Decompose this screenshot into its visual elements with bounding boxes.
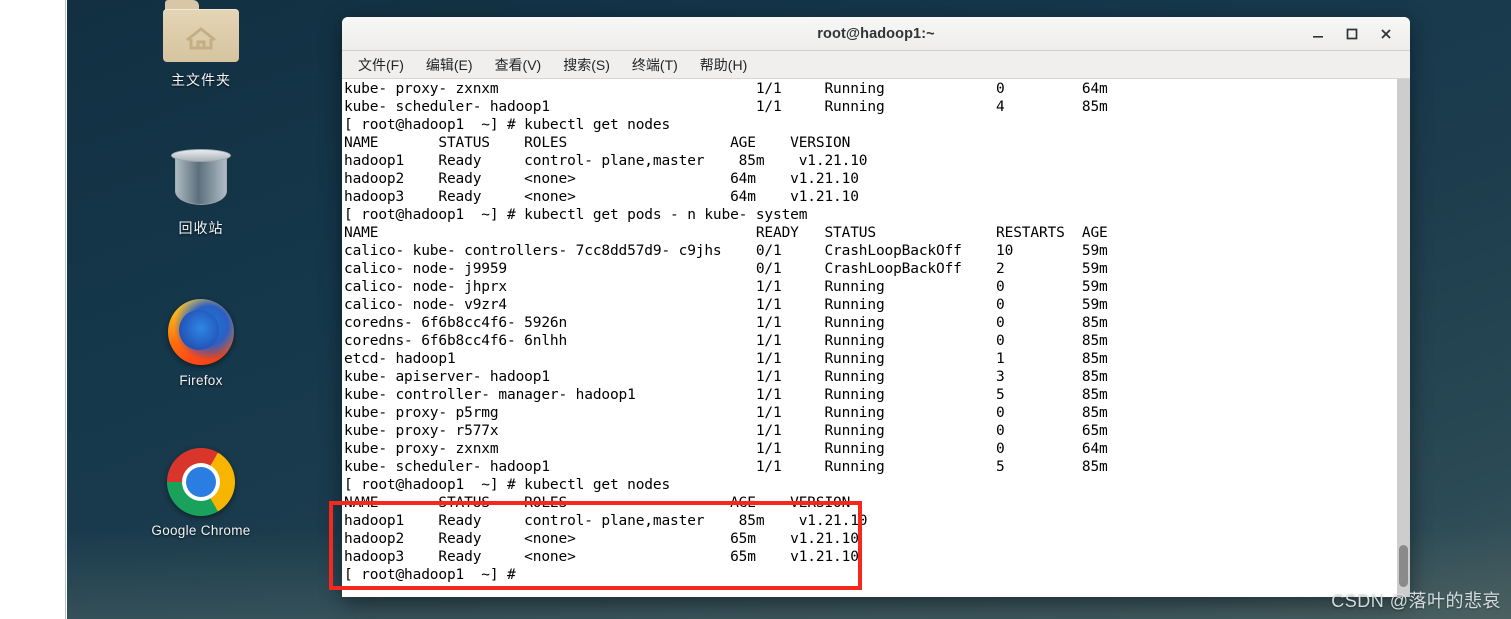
minimize-icon[interactable] xyxy=(1310,26,1326,42)
chrome-icon xyxy=(134,443,268,521)
terminal-scrollbar[interactable] xyxy=(1397,79,1410,597)
desktop-icon-home-folder[interactable]: 主文件夹 xyxy=(134,0,268,88)
terminal-menubar: 文件(F) 编辑(E) 查看(V) 搜索(S) 终端(T) 帮助(H) xyxy=(342,51,1410,79)
menu-item-view[interactable]: 查看(V) xyxy=(487,52,550,78)
window-title: root@hadoop1:~ xyxy=(817,25,935,42)
desktop-icon-firefox[interactable]: Firefox xyxy=(134,293,268,389)
terminal-window: root@hadoop1:~ 文件(F) 编辑(E) 查看(V) 搜索(S) 终… xyxy=(342,17,1410,597)
maximize-icon[interactable] xyxy=(1344,26,1360,42)
menu-item-edit[interactable]: 编辑(E) xyxy=(418,52,481,78)
window-controls xyxy=(1310,17,1402,50)
screen: 主文件夹 回收站 Firefox Google Chrome CSDN @落叶的… xyxy=(0,0,1511,619)
desktop-icon-label: 主文件夹 xyxy=(171,72,231,88)
desktop-icon-label: 回收站 xyxy=(178,220,224,236)
terminal-output: kube- proxy- zxnxm 1/1 Running 0 64m kub… xyxy=(344,81,1108,583)
trash-can-icon xyxy=(134,140,268,218)
firefox-icon xyxy=(134,293,268,371)
desktop-icon-label: Firefox xyxy=(179,373,223,388)
menu-item-help[interactable]: 帮助(H) xyxy=(692,52,755,78)
folder-home-icon xyxy=(134,0,268,70)
csdn-watermark: CSDN @落叶的悲哀 xyxy=(1331,591,1501,611)
home-glyph xyxy=(186,27,216,50)
menu-item-terminal[interactable]: 终端(T) xyxy=(624,52,686,78)
desktop-icon-label: Google Chrome xyxy=(151,523,251,538)
menu-item-file[interactable]: 文件(F) xyxy=(350,52,412,78)
menu-item-search[interactable]: 搜索(S) xyxy=(555,52,618,78)
terminal-scrollbar-thumb[interactable] xyxy=(1399,545,1408,587)
desktop-icon-chrome[interactable]: Google Chrome xyxy=(134,443,268,539)
left-white-gutter xyxy=(0,0,66,619)
desktop-icon-trash[interactable]: 回收站 xyxy=(134,140,268,236)
terminal-titlebar[interactable]: root@hadoop1:~ xyxy=(342,17,1410,51)
terminal-body[interactable]: kube- proxy- zxnxm 1/1 Running 0 64m kub… xyxy=(342,79,1410,597)
close-icon[interactable] xyxy=(1378,26,1394,42)
